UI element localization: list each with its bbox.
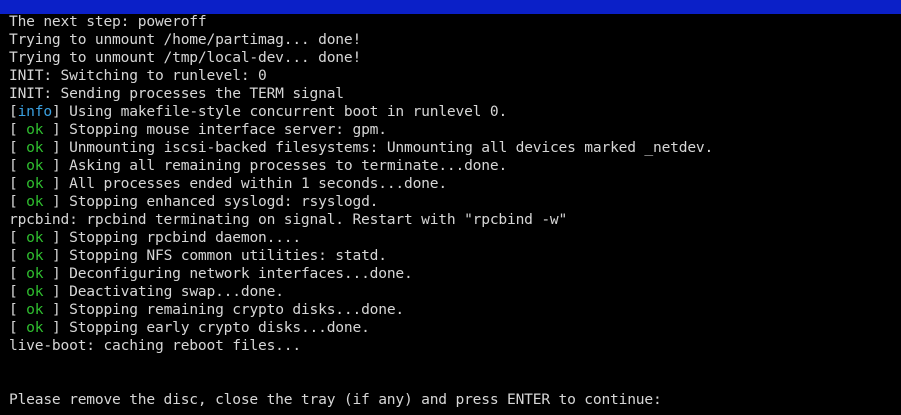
console-line-text: INIT: Switching to runlevel: 0 (9, 67, 267, 84)
status-bracket-close: ] (51, 247, 61, 264)
console-line: [ ok ] Unmounting iscsi-backed filesyste… (9, 139, 899, 157)
console-line: rpcbind: rpcbind terminating on signal. … (9, 211, 899, 229)
console-line: Trying to unmount /home/partimag... done… (9, 31, 899, 49)
status-bracket-close: ] (51, 283, 61, 300)
status-tag: ok (17, 175, 52, 192)
console-line: Please remove the disc, close the tray (… (9, 391, 899, 409)
status-tag: ok (17, 157, 52, 174)
status-bracket-open: [ (9, 157, 18, 174)
console-line-text: Please remove the disc, close the tray (… (9, 391, 662, 408)
console-line: [ ok ] Stopping remaining crypto disks..… (9, 301, 899, 319)
status-tag: ok (17, 319, 52, 336)
console-line: [ ok ] Stopping early crypto disks...don… (9, 319, 899, 337)
console-line: [ ok ] Stopping rpcbind daemon.... (9, 229, 899, 247)
console-line-text: Asking all remaining processes to termin… (60, 157, 508, 174)
status-tag: ok (17, 283, 52, 300)
status-bracket-open: [ (9, 319, 18, 336)
console-line: [ ok ] Deactivating swap...done. (9, 283, 899, 301)
title-bar (0, 0, 901, 14)
status-bracket-close: ] (51, 193, 61, 210)
console-line-text: Using makefile-style concurrent boot in … (60, 103, 508, 120)
console-line: [ ok ] Deconfiguring network interfaces.… (9, 265, 899, 283)
status-bracket-open: [ (9, 247, 18, 264)
status-bracket-open: [ (9, 121, 18, 138)
console-line-text: Deactivating swap...done. (60, 283, 284, 300)
console-line-text: Stopping rpcbind daemon.... (60, 229, 301, 246)
console-line: The next step: poweroff (9, 13, 899, 31)
console-output: The next step: poweroff Trying to unmount… (9, 13, 899, 409)
console-line: [ ok ] Stopping mouse interface server: … (9, 121, 899, 139)
console-line: [ ok ] Stopping NFS common utilities: st… (9, 247, 899, 265)
status-bracket-close: ] (51, 265, 61, 282)
status-bracket-open: [ (9, 193, 18, 210)
status-bracket-open: [ (9, 103, 18, 120)
status-tag: ok (17, 229, 52, 246)
console-line-text: Stopping enhanced syslogd: rsyslogd. (60, 193, 379, 210)
console-line-text: Stopping early crypto disks...done. (60, 319, 370, 336)
status-bracket-open: [ (9, 139, 18, 156)
console-line-text: The next step: poweroff (9, 13, 207, 30)
status-bracket-open: [ (9, 175, 18, 192)
console-line-text: Stopping NFS common utilities: statd. (60, 247, 387, 264)
console-screen: The next step: poweroff Trying to unmount… (0, 0, 901, 415)
console-line: live-boot: caching reboot files... (9, 337, 899, 355)
console-line-text: Stopping mouse interface server: gpm. (60, 121, 387, 138)
console-line-text: All processes ended within 1 seconds...d… (60, 175, 447, 192)
console-line-text: INIT: Sending processes the TERM signal (9, 85, 344, 102)
status-tag: ok (17, 121, 52, 138)
console-line-text: Deconfiguring network interfaces...done. (60, 265, 413, 282)
console-line: Trying to unmount /tmp/local-dev... done… (9, 49, 899, 67)
status-tag: ok (17, 301, 52, 318)
status-bracket-open: [ (9, 283, 18, 300)
status-bracket-close: ] (51, 157, 61, 174)
status-bracket-close: ] (51, 319, 61, 336)
status-tag: ok (17, 139, 52, 156)
console-line-text: Trying to unmount /home/partimag... done… (9, 31, 362, 48)
status-bracket-open: [ (9, 265, 18, 282)
console-line-text: live-boot: caching reboot files... (9, 337, 301, 354)
status-tag: ok (17, 193, 52, 210)
console-line: INIT: Switching to runlevel: 0 (9, 67, 899, 85)
status-bracket-close: ] (51, 229, 61, 246)
console-line-text: Trying to unmount /tmp/local-dev... done… (9, 49, 362, 66)
status-bracket-close: ] (51, 139, 61, 156)
status-bracket-close: ] (51, 103, 61, 120)
status-bracket-open: [ (9, 301, 18, 318)
status-bracket-open: [ (9, 229, 18, 246)
console-line-text: rpcbind: rpcbind terminating on signal. … (9, 211, 568, 228)
status-tag: ok (17, 265, 52, 282)
status-bracket-close: ] (51, 301, 61, 318)
console-line: [ ok ] Asking all remaining processes to… (9, 157, 899, 175)
console-line-text: Stopping remaining crypto disks...done. (60, 301, 404, 318)
console-line: [info] Using makefile-style concurrent b… (9, 103, 899, 121)
status-bracket-close: ] (51, 121, 61, 138)
console-line: INIT: Sending processes the TERM signal (9, 85, 899, 103)
status-bracket-close: ] (51, 175, 61, 192)
console-line-text: Unmounting iscsi-backed filesystems: Unm… (60, 139, 714, 156)
status-tag: ok (17, 247, 52, 264)
console-line: [ ok ] Stopping enhanced syslogd: rsyslo… (9, 193, 899, 211)
status-tag: info (17, 103, 53, 120)
console-line: [ ok ] All processes ended within 1 seco… (9, 175, 899, 193)
